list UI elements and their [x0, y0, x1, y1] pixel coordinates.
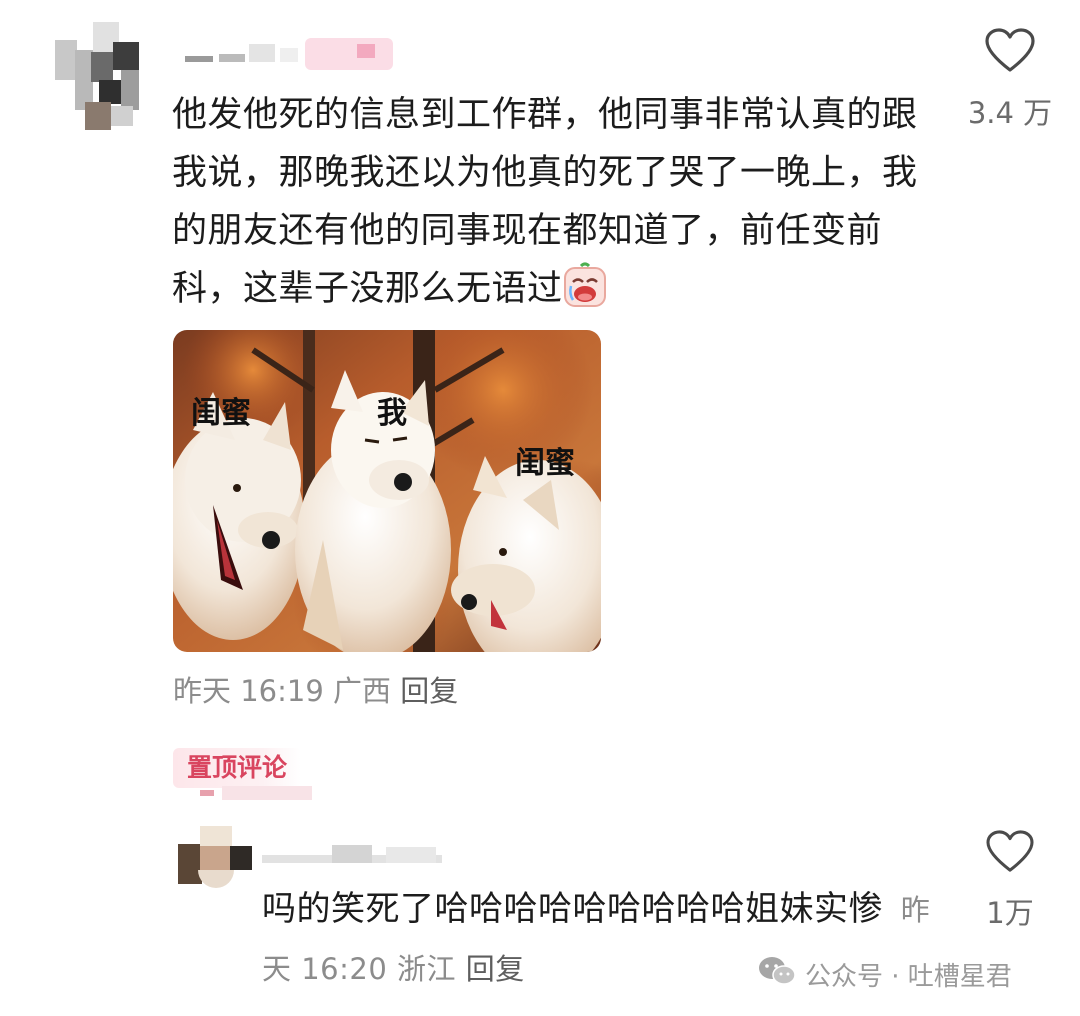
image-label-left: 闺蜜	[191, 396, 251, 431]
reply-button[interactable]: 回复	[466, 952, 525, 986]
meme-image[interactable]: 闺蜜 我 闺蜜	[173, 330, 601, 652]
reply-location: 浙江	[397, 952, 457, 986]
watermark: 公众号 · 吐槽星君	[757, 954, 1012, 994]
comment-time: 昨天 16:19	[173, 674, 324, 708]
avatar[interactable]	[55, 22, 145, 132]
like-heart-icon[interactable]	[986, 830, 1034, 874]
watermark-text: 公众号 · 吐槽星君	[805, 961, 1012, 992]
pinned-badge-underlay	[178, 786, 338, 802]
comment-text: 他发他死的信息到工作群，他同事非常认真的跟我说，那晚我还以为他真的死了哭了一晚上…	[172, 95, 918, 309]
username-blurred[interactable]	[185, 38, 395, 72]
like-heart-icon[interactable]	[985, 28, 1035, 74]
comment-location: 广西	[333, 674, 392, 708]
like-count: 3.4 万	[967, 96, 1053, 130]
image-label-right: 闺蜜	[515, 446, 575, 481]
username-blurred[interactable]	[262, 843, 452, 867]
like-count: 1万	[986, 896, 1034, 930]
reply-button[interactable]: 回复	[400, 674, 458, 708]
wechat-icon	[757, 955, 797, 994]
comment-meta: 昨天 16:19 广西 回复	[173, 668, 458, 710]
avatar[interactable]	[178, 826, 254, 888]
pinned-comment-badge: 置顶评论	[173, 748, 302, 788]
image-label-center: 我	[377, 396, 407, 431]
crying-face-emoji	[563, 262, 607, 308]
